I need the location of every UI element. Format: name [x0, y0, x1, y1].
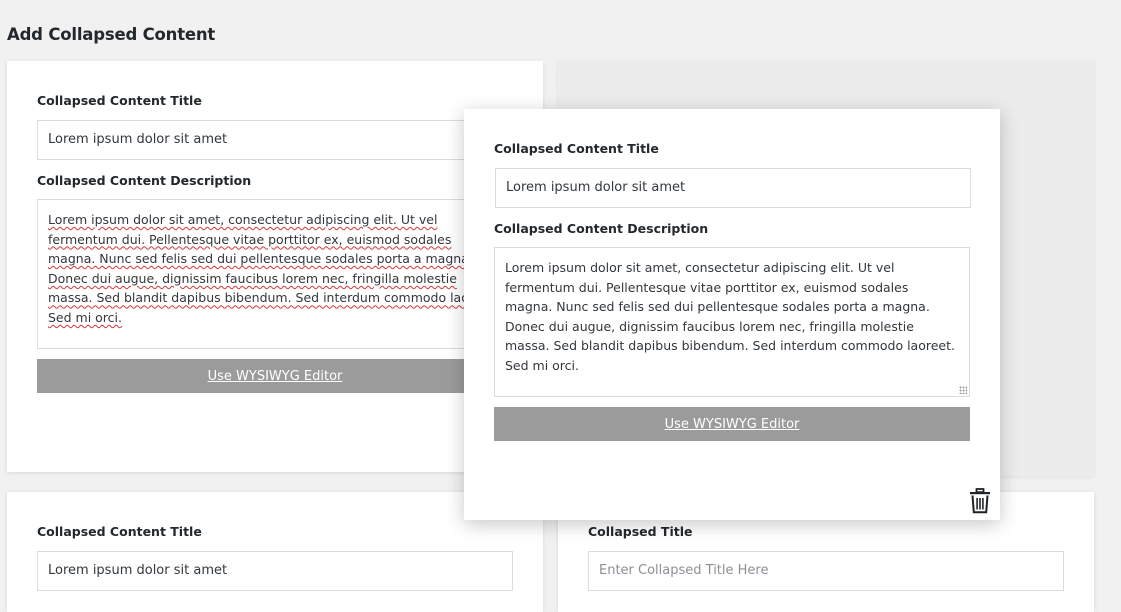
description-textarea[interactable]: Lorem ipsum dolor sit amet, consectetur … [37, 199, 513, 349]
use-wysiwyg-editor-button[interactable]: Use WYSIWYG Editor [494, 407, 970, 441]
resize-handle-icon[interactable] [959, 386, 967, 394]
title-input[interactable]: Lorem ipsum dolor sit amet [495, 168, 971, 208]
trash-icon[interactable] [969, 488, 991, 514]
page-title: Add Collapsed Content [7, 25, 216, 44]
title-input[interactable]: Enter Collapsed Title Here [588, 551, 1064, 591]
title-label: Collapsed Title [588, 524, 693, 539]
description-text: Lorem ipsum dolor sit amet, consectetur … [48, 212, 498, 325]
title-label: Collapsed Content Title [494, 141, 659, 156]
description-textarea[interactable]: Lorem ipsum dolor sit amet, consectetur … [494, 247, 970, 397]
description-label: Collapsed Content Description [37, 173, 252, 188]
dragged-collapsed-content-card[interactable]: Collapsed Content Title Lorem ipsum dolo… [464, 109, 1000, 520]
collapsed-content-card: Collapsed Content Title Lorem ipsum dolo… [7, 492, 543, 612]
title-input[interactable]: Lorem ipsum dolor sit amet [37, 551, 513, 591]
title-label: Collapsed Content Title [37, 93, 202, 108]
title-input[interactable]: Lorem ipsum dolor sit amet [37, 120, 513, 160]
use-wysiwyg-editor-button[interactable]: Use WYSIWYG Editor [37, 359, 513, 393]
description-text: Lorem ipsum dolor sit amet, consectetur … [505, 260, 955, 373]
collapsed-content-card: Collapsed Content Title Lorem ipsum dolo… [7, 61, 543, 472]
title-label: Collapsed Content Title [37, 524, 202, 539]
description-label: Collapsed Content Description [494, 221, 709, 236]
